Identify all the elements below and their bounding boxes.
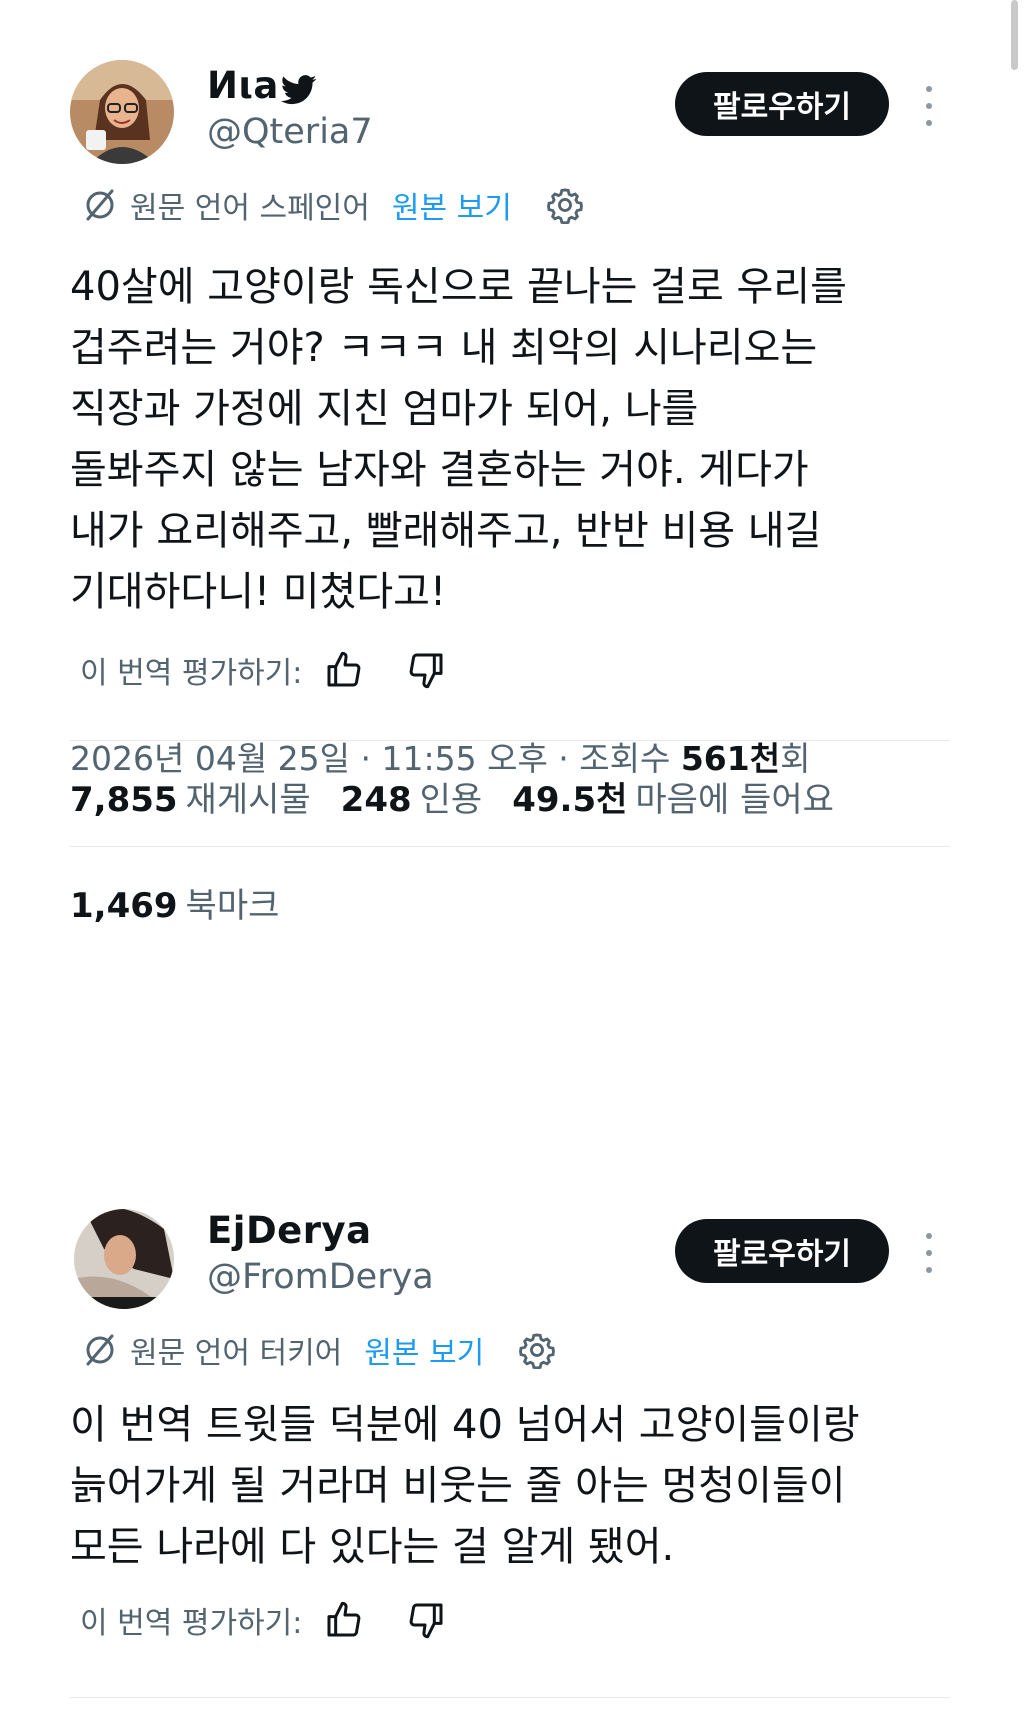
thumbs-down-icon[interactable] bbox=[406, 1600, 446, 1640]
view-original-link[interactable]: 원본 보기 bbox=[392, 183, 512, 227]
divider bbox=[70, 846, 950, 847]
display-name[interactable]: EjDerya bbox=[207, 1209, 372, 1252]
follow-button[interactable]: 팔로우하기 bbox=[675, 1219, 889, 1283]
translation-info: 원문 언어 터키어 원본 보기 bbox=[82, 1328, 556, 1372]
reposts-count: 7,855 bbox=[70, 780, 178, 820]
tweet-text: 40살에 고양이랑 독신으로 끝나는 걸로 우리를 겁주려는 거야? ㅋㅋㅋ 내… bbox=[70, 257, 950, 623]
bookmarks-stat[interactable]: 1,469 북마크 bbox=[70, 878, 309, 927]
quotes-label: 인용 bbox=[419, 780, 483, 820]
likes-label: 마음에 들어요 bbox=[635, 780, 834, 820]
handle[interactable]: @Qteria7 bbox=[207, 112, 373, 152]
tweet-text-line: 돌봐주지 않는 남자와 결혼하는 거야. 게다가 bbox=[70, 447, 809, 493]
reposts-stat[interactable]: 7,855 재게시물 bbox=[70, 772, 311, 821]
tweet-text-line: 직장과 가정에 지친 엄마가 되어, 나를 bbox=[70, 386, 699, 432]
rate-translation: 이 번역 평가하기: bbox=[80, 645, 446, 695]
reposts-label: 재게시물 bbox=[185, 780, 311, 820]
rate-translation: 이 번역 평가하기: bbox=[80, 1595, 446, 1645]
follow-button[interactable]: 팔로우하기 bbox=[675, 72, 889, 136]
handle[interactable]: @FromDerya bbox=[207, 1257, 434, 1297]
translate-icon bbox=[86, 189, 114, 221]
thumbs-up-icon[interactable] bbox=[324, 1600, 364, 1640]
bird-icon bbox=[280, 71, 317, 104]
quotes-stat[interactable]: 248 인용 bbox=[341, 772, 483, 821]
tweet-text-line: 내가 요리해주고, 빨래해주고, 반반 비용 내길 bbox=[70, 508, 822, 554]
more-vertical-icon[interactable] bbox=[922, 86, 936, 126]
display-name-text[interactable]: Иιa bbox=[207, 64, 279, 107]
bookmarks-count: 1,469 bbox=[70, 886, 178, 926]
tweet-text-line: 모든 나라에 다 있다는 걸 알게 됐어. bbox=[70, 1524, 675, 1570]
display-name[interactable]: Иιa bbox=[207, 64, 317, 107]
engagement-stats: 7,855 재게시물 248 인용 49.5천 마음에 들어요 bbox=[70, 772, 864, 821]
gear-icon[interactable] bbox=[518, 1331, 556, 1369]
source-language-label: 원문 언어 터키어 bbox=[130, 1336, 343, 1371]
divider bbox=[70, 740, 950, 741]
avatar[interactable] bbox=[74, 1209, 174, 1309]
quotes-count: 248 bbox=[340, 780, 412, 820]
thumbs-up-icon[interactable] bbox=[324, 650, 364, 690]
likes-stat[interactable]: 49.5천 마음에 들어요 bbox=[512, 772, 834, 821]
bookmarks-label: 북마크 bbox=[185, 886, 280, 926]
source-language-label: 원문 언어 스페인어 bbox=[130, 191, 370, 226]
tweet-text-line: 40살에 고양이랑 독신으로 끝나는 걸로 우리를 bbox=[70, 264, 847, 310]
translate-icon bbox=[86, 1334, 114, 1366]
rate-translation-label: 이 번역 평가하기: bbox=[80, 1606, 303, 1641]
thumbs-down-icon[interactable] bbox=[406, 650, 446, 690]
avatar[interactable] bbox=[70, 60, 174, 164]
translation-info: 원문 언어 스페인어 원본 보기 bbox=[82, 183, 584, 227]
tweet-text-line: 겁주려는 거야? ㅋㅋㅋ 내 최악의 시나리오는 bbox=[70, 325, 818, 371]
tweet-text-line: 늙어가게 될 거라며 비웃는 줄 아는 멍청이들이 bbox=[70, 1463, 846, 1509]
tweet-text-line: 기대하다니! 미쳤다고! bbox=[70, 569, 446, 615]
rate-translation-label: 이 번역 평가하기: bbox=[80, 656, 303, 691]
display-name-text[interactable]: EjDerya bbox=[207, 1209, 372, 1252]
scrollbar[interactable] bbox=[1011, 0, 1018, 70]
more-vertical-icon[interactable] bbox=[922, 1233, 936, 1273]
gear-icon[interactable] bbox=[546, 186, 584, 224]
likes-count: 49.5천 bbox=[512, 780, 628, 820]
tweet-text-line: 이 번역 트윗들 덕분에 40 넘어서 고양이들이랑 bbox=[70, 1402, 860, 1448]
tweet-text: 이 번역 트윗들 덕분에 40 넘어서 고양이들이랑 늙어가게 될 거라며 비웃… bbox=[70, 1395, 950, 1578]
view-original-link[interactable]: 원본 보기 bbox=[364, 1328, 484, 1372]
divider bbox=[70, 1697, 950, 1698]
